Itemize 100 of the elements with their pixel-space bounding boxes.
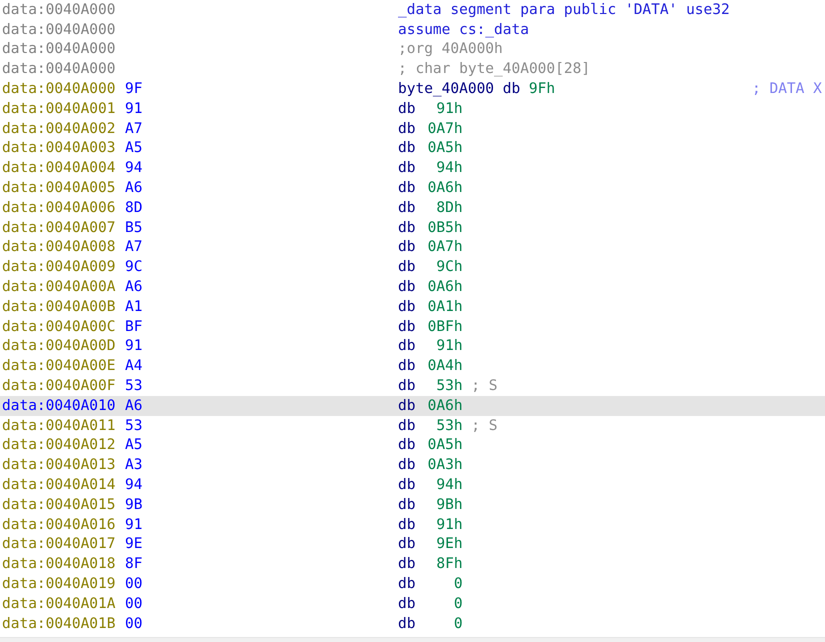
listing-row[interactable]: data:0040A017 9E db 9Eh — [0, 534, 825, 554]
mnemonic: db — [398, 100, 416, 117]
hex-bytes: 00 — [125, 596, 144, 612]
address-text: data:0040A00B — [1, 298, 116, 315]
address-text: data:0040A005 — [1, 180, 116, 196]
address-text: data:0040A01A — [1, 596, 116, 612]
hex-bytes: 00 — [125, 576, 144, 592]
listing-row[interactable]: data:0040A011 53 db 53h ; S — [0, 416, 825, 436]
listing-row[interactable]: data:0040A008 A7 db 0A7h — [0, 238, 825, 258]
address-text: data:0040A011 — [1, 418, 116, 434]
operand: 0A7h — [426, 239, 463, 256]
mnemonic: db — [398, 200, 416, 216]
mnemonic: db — [398, 239, 416, 256]
mnemonic: db — [398, 556, 416, 572]
mnemonic: db — [398, 120, 416, 137]
listing-row[interactable]: data:0040A000 ;org 40A000h — [0, 40, 825, 60]
address-text: data:0040A013 — [1, 457, 116, 474]
listing-row[interactable]: data:0040A010 A6 db 0A6h — [0, 396, 825, 416]
comment-text: ; S — [471, 418, 498, 434]
operand: 0A3h — [426, 457, 463, 474]
hex-bytes: 9F — [125, 81, 144, 98]
mnemonic: db — [398, 180, 416, 196]
hex-bytes: 9C — [125, 259, 144, 276]
listing-row[interactable]: data:0040A01A 00 db 0 — [0, 594, 825, 614]
operand: 91h — [435, 100, 463, 117]
operand: 0 — [452, 616, 463, 632]
listing-row[interactable]: data:0040A007 B5 db 0B5h — [0, 218, 825, 238]
address-text: data:0040A003 — [1, 140, 116, 156]
listing-row[interactable]: data:0040A005 A6 db 0A6h — [0, 178, 825, 198]
mnemonic: db — [398, 477, 416, 494]
listing-row[interactable]: data:0040A000 ; char byte_40A000[28] — [0, 59, 825, 80]
listing-row[interactable]: data:0040A000 9F byte_40A000 db 9Fh ; DATA X — [0, 79, 825, 99]
listing-row[interactable]: data:0040A001 91 db 91h — [0, 98, 825, 119]
operand: 0A1h — [426, 298, 463, 315]
mnemonic: db — [398, 160, 416, 176]
label-name: byte_40A000 — [398, 81, 494, 98]
hex-bytes: A6 — [125, 180, 144, 196]
listing-row[interactable]: data:0040A000 assume cs:_data — [0, 20, 825, 40]
hex-bytes: A5 — [125, 140, 144, 156]
listing-row[interactable]: data:0040A004 94 db 94h — [0, 158, 825, 178]
hex-bytes: 00 — [125, 616, 144, 632]
address-text: data:0040A000 — [1, 41, 116, 58]
comment-text: ; S — [471, 378, 498, 394]
address-text: data:0040A009 — [1, 259, 116, 276]
mnemonic: db — [398, 536, 416, 552]
listing-row[interactable]: data:0040A000 _data segment para public 'DATA' use32 — [0, 0, 825, 20]
address-text: data:0040A012 — [1, 437, 116, 454]
hex-bytes: 53 — [125, 378, 144, 394]
operand: 0A4h — [426, 358, 463, 374]
hex-bytes: B5 — [125, 220, 144, 236]
comment-text: ; char byte_40A000[28] — [398, 61, 590, 78]
mnemonic: db — [502, 81, 520, 98]
listing-row[interactable]: data:0040A00C BF db 0BFh — [0, 316, 825, 337]
comment-text: ;org 40A000h — [398, 41, 503, 58]
operand: 53h — [435, 378, 463, 394]
listing-row[interactable]: data:0040A018 8F db 8Fh — [0, 554, 825, 574]
hex-bytes: 9E — [125, 536, 144, 552]
operand: 91h — [435, 338, 463, 354]
hex-bytes: 8D — [125, 200, 144, 216]
address-text: data:0040A008 — [1, 239, 116, 256]
listing-row[interactable]: data:0040A009 9C db 9Ch — [0, 257, 825, 278]
mnemonic: db — [398, 496, 416, 513]
listing-row[interactable]: data:0040A019 00 db 0 — [0, 574, 825, 594]
listing-row[interactable]: data:0040A012 A5 db 0A5h — [0, 436, 825, 456]
listing-row[interactable]: data:0040A01B 00 db 0 — [0, 614, 825, 634]
listing-row[interactable]: data:0040A015 9B db 9Bh — [0, 494, 825, 515]
operand: 0B5h — [426, 220, 463, 236]
hex-bytes: 91 — [125, 100, 144, 117]
listing-row[interactable]: data:0040A003 A5 db 0A5h — [0, 138, 825, 158]
listing-row[interactable]: data:0040A006 8D db 8Dh — [0, 198, 825, 218]
listing-row[interactable]: data:0040A014 94 db 94h — [0, 475, 825, 495]
scrollbar[interactable] — [0, 637, 825, 642]
hex-bytes: 94 — [125, 477, 144, 494]
operand: 9Ch — [435, 259, 463, 276]
listing-row[interactable]: data:0040A00F 53 db 53h ; S — [0, 376, 825, 396]
listing-row[interactable]: data:0040A00B A1 db 0A1h — [0, 296, 825, 317]
address-text: data:0040A010 — [1, 398, 116, 414]
hex-bytes: A6 — [125, 398, 144, 414]
mnemonic: db — [398, 576, 416, 592]
listing-row[interactable]: data:0040A002 A7 db 0A7h — [0, 118, 825, 139]
hex-bytes: A4 — [125, 358, 144, 374]
address-text: data:0040A004 — [1, 160, 116, 176]
address-text: data:0040A00F — [1, 378, 116, 394]
listing-row[interactable]: data:0040A00E A4 db 0A4h — [0, 356, 825, 376]
mnemonic: db — [398, 596, 416, 612]
operand: 9Bh — [435, 496, 463, 513]
hex-bytes: A1 — [125, 298, 144, 315]
mnemonic: db — [398, 516, 416, 533]
operand: 8Fh — [435, 556, 463, 572]
listing-row[interactable]: data:0040A00A A6 db 0A6h — [0, 277, 825, 297]
listing-row[interactable]: data:0040A013 A3 db 0A3h — [0, 455, 825, 476]
operand: 91h — [435, 516, 463, 533]
mnemonic: db — [398, 457, 416, 474]
address-text: data:0040A002 — [1, 120, 116, 137]
listing-row[interactable]: data:0040A016 91 db 91h — [0, 514, 825, 535]
mnemonic: db — [398, 338, 416, 354]
listing-row[interactable]: data:0040A00D 91 db 91h — [0, 336, 825, 356]
operand: 0A5h — [426, 437, 463, 454]
operand: 0 — [452, 596, 463, 612]
hex-bytes: BF — [125, 318, 144, 335]
